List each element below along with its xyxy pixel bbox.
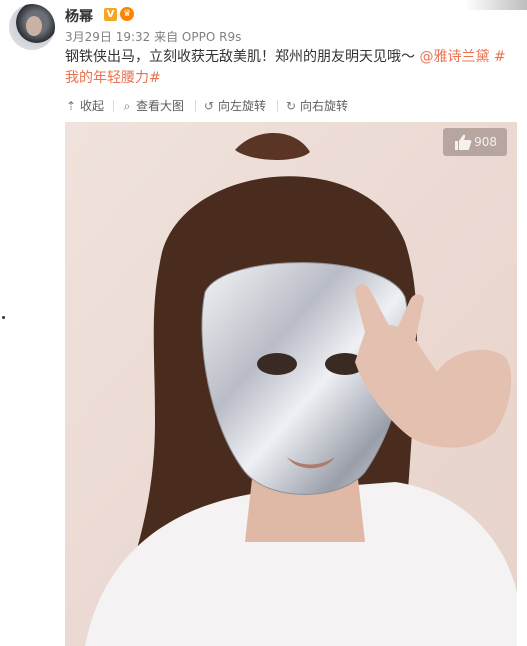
post-meta: 3月29日 19:32 来自 OPPO R9s xyxy=(65,30,242,44)
rotate-right-icon: ↻ xyxy=(285,99,297,113)
collapse-label: 收起 xyxy=(80,99,105,113)
rotate-left-button[interactable]: ↺ 向左旋转 xyxy=(203,96,266,116)
side-dot xyxy=(2,316,5,319)
post-text: 钢铁侠出马，立刻收获无敌美肌！郑州的朋友明天见哦～ @雅诗兰黛 #我的年轻腰力# xyxy=(65,47,515,89)
view-large-button[interactable]: ⌕ 查看大图 xyxy=(121,96,184,116)
avatar[interactable] xyxy=(9,4,55,50)
rotate-left-label: 向左旋转 xyxy=(218,99,267,113)
toolbar-divider xyxy=(113,100,114,112)
collapse-button[interactable]: ⇡ 收起 xyxy=(65,96,104,116)
username[interactable]: 杨幂 xyxy=(65,6,93,26)
rotate-left-icon: ↺ xyxy=(203,99,215,113)
like-count: 908 xyxy=(474,135,497,149)
toolbar-divider xyxy=(195,100,196,112)
like-button[interactable]: 908 xyxy=(443,128,507,156)
search-icon: ⌕ xyxy=(123,99,131,113)
mention-link[interactable]: @雅诗兰黛 xyxy=(419,49,489,65)
post-body: 钢铁侠出马，立刻收获无敌美肌！郑州的朋友明天见哦～ xyxy=(65,49,420,65)
corner-decoration xyxy=(465,0,527,10)
toolbar-divider xyxy=(277,100,278,112)
rotate-right-label: 向右旋转 xyxy=(300,99,349,113)
crown-icon: ♛ xyxy=(120,7,134,21)
collapse-icon: ⇡ xyxy=(65,99,77,113)
verified-badge-icon: V xyxy=(104,8,117,21)
photo-illustration xyxy=(65,122,517,646)
view-large-label: 查看大图 xyxy=(136,99,185,113)
thumbs-up-icon xyxy=(453,132,473,162)
post-image[interactable]: 908 xyxy=(65,122,517,646)
rotate-right-button[interactable]: ↻ 向右旋转 xyxy=(285,96,348,116)
